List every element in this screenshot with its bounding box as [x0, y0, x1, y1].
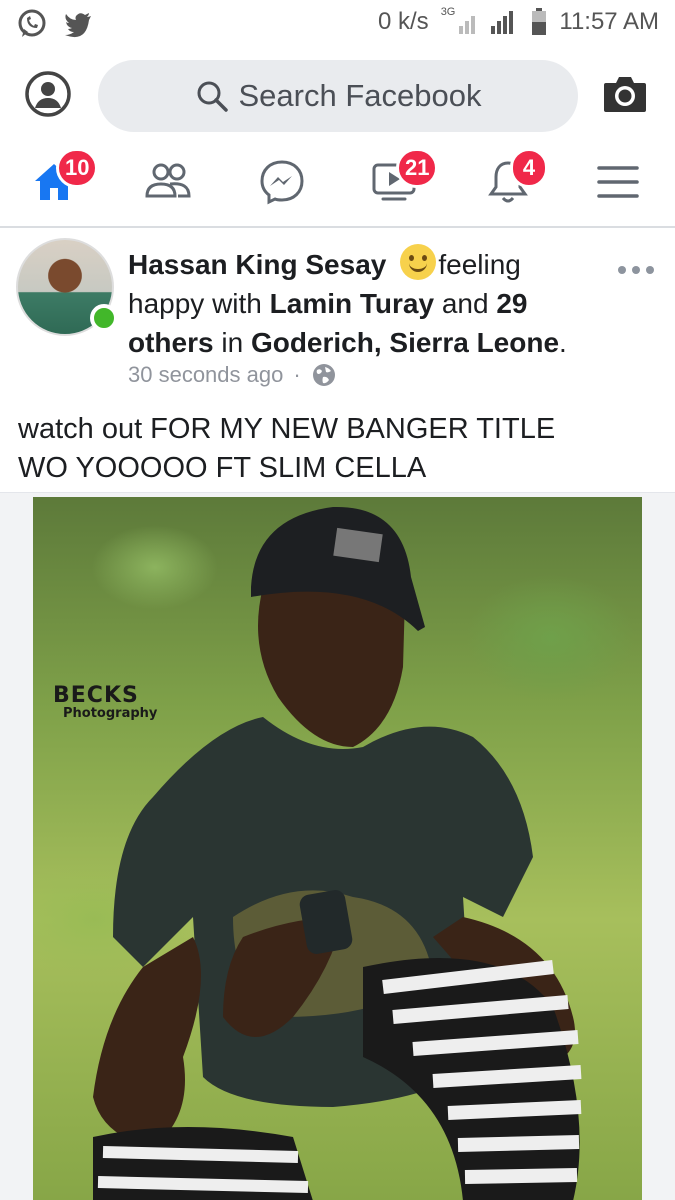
- camera-icon[interactable]: [602, 74, 648, 114]
- search-input[interactable]: Search Facebook: [98, 60, 578, 132]
- network-type: 3G: [440, 6, 456, 18]
- post-text-line-1: watch out FOR MY NEW BANGER TITLE: [18, 413, 556, 445]
- network-speed: 0 k/s: [378, 8, 429, 35]
- tab-notifications[interactable]: 4: [476, 148, 548, 214]
- more-options-icon[interactable]: [618, 260, 658, 280]
- and-text: and: [441, 288, 489, 319]
- globe-icon: [312, 364, 335, 386]
- photo-watermark: BECKS Photography: [53, 683, 158, 721]
- author-name[interactable]: Hassan King Sesay: [128, 249, 386, 280]
- online-status-dot: [90, 304, 118, 332]
- twitter-icon: [65, 13, 91, 38]
- feeling-text: happy with: [128, 288, 262, 319]
- post-photo-container: BECKS Photography: [0, 492, 675, 1200]
- tab-menu[interactable]: [586, 150, 650, 214]
- status-bar: 0 k/s 3G 11:57 AM: [0, 0, 675, 48]
- person-figure: [93, 506, 582, 1200]
- tab-watch[interactable]: 21: [362, 148, 439, 214]
- top-nav: 10 21 4: [0, 140, 675, 228]
- in-text: in: [221, 327, 244, 358]
- post-text: watch out FOR MY NEW BANGER TITLE WO YOO…: [18, 410, 658, 488]
- watermark-sub: Photography: [63, 706, 158, 721]
- status-left-icons: [16, 8, 94, 40]
- home-badge: 10: [56, 148, 99, 188]
- post-text-line-2: WO YOOOOO FT SLIM CELLA: [18, 452, 427, 484]
- meta-separator: ·: [293, 362, 301, 387]
- tab-friends[interactable]: [136, 150, 200, 214]
- tab-messenger[interactable]: [250, 150, 314, 214]
- post-photo[interactable]: BECKS Photography: [33, 497, 642, 1200]
- signal-icon: [459, 11, 514, 34]
- battery-icon: [532, 8, 547, 35]
- post-meta: 30 seconds ago ·: [128, 362, 337, 388]
- profile-icon[interactable]: [24, 70, 72, 118]
- location-link[interactable]: Goderich, Sierra Leone: [251, 327, 559, 358]
- watch-badge: 21: [396, 148, 439, 188]
- happy-emoji-icon: [400, 244, 437, 280]
- search-row: Search Facebook: [0, 56, 675, 136]
- messenger-icon: [260, 160, 304, 205]
- feeling-label: feeling: [438, 249, 521, 280]
- clock: 11:57 AM: [559, 8, 659, 35]
- notifications-badge: 4: [510, 148, 548, 188]
- whatsapp-icon: [18, 9, 46, 37]
- post-timestamp[interactable]: 30 seconds ago: [128, 362, 283, 388]
- tab-home[interactable]: 10: [22, 148, 99, 214]
- post-title: Hassan King Sesay feeling happy with Lami…: [128, 244, 598, 362]
- status-right: 0 k/s 3G 11:57 AM: [378, 6, 659, 36]
- post-header: Hassan King Sesay feeling happy with Lami…: [0, 230, 675, 400]
- title-period: .: [559, 327, 567, 358]
- search-placeholder: Search Facebook: [238, 78, 482, 113]
- search-icon: [197, 81, 228, 112]
- menu-icon: [597, 166, 639, 198]
- tagged-friend[interactable]: Lamin Turay: [270, 288, 434, 319]
- watermark-main: BECKS: [53, 683, 139, 708]
- friends-icon: [145, 163, 191, 198]
